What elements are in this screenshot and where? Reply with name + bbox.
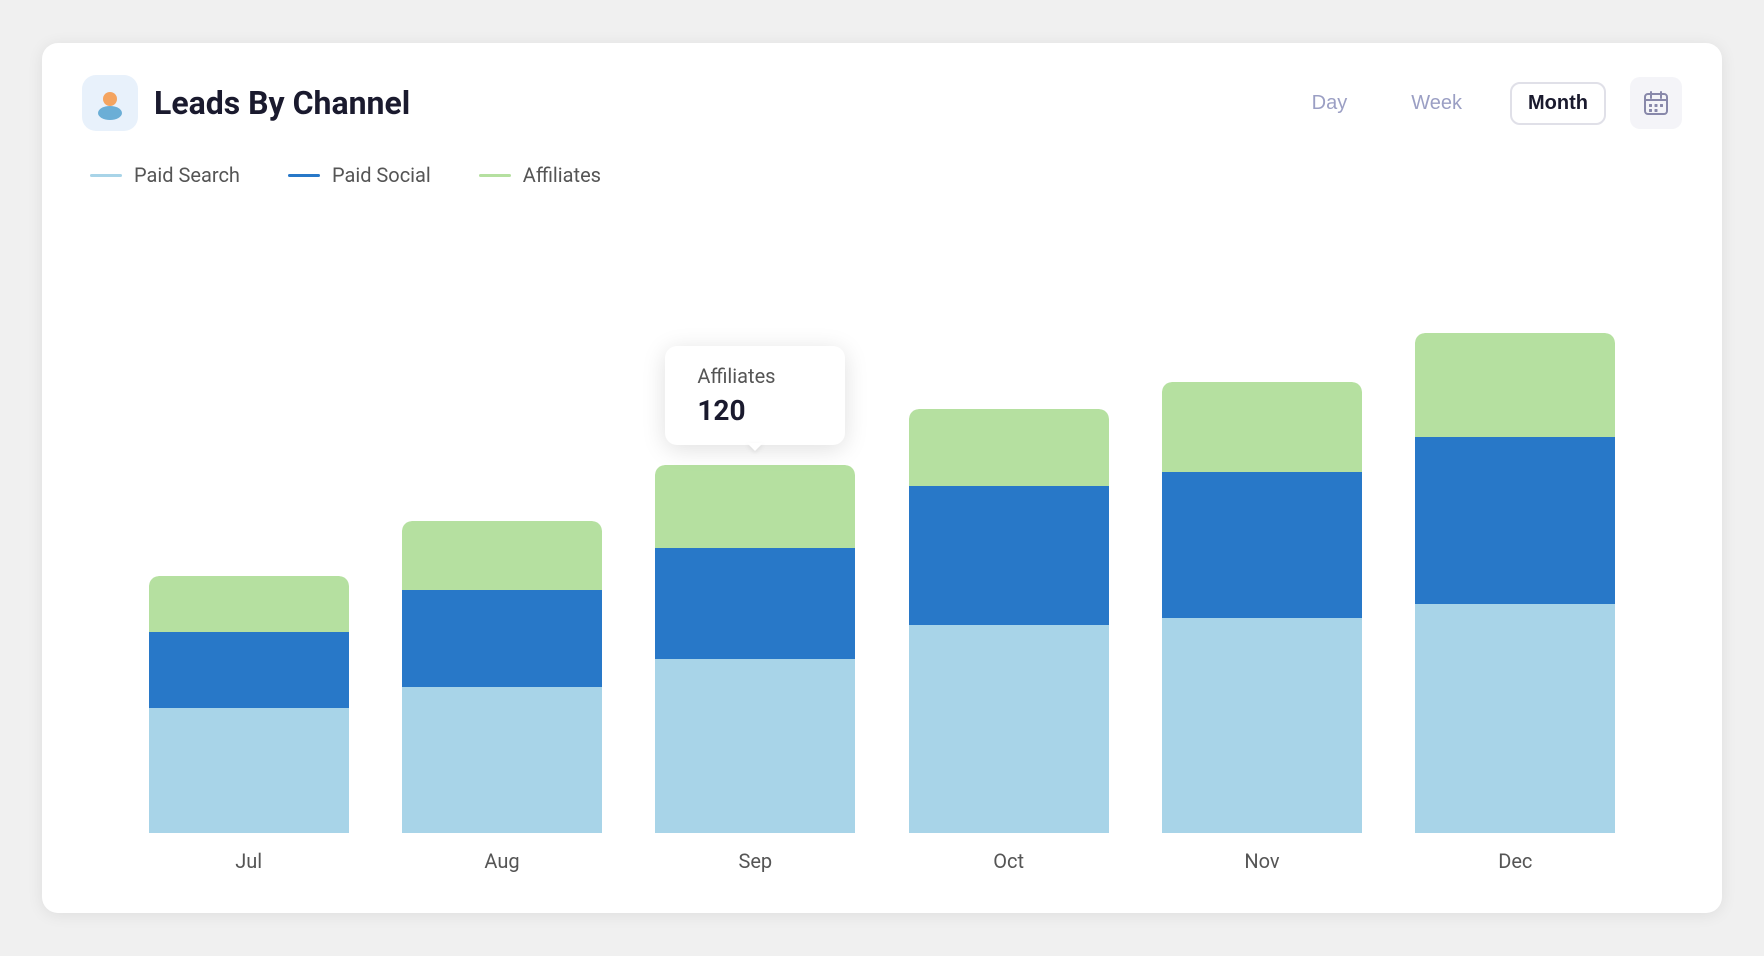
stacked-bar-dec[interactable] — [1415, 333, 1615, 833]
x-label-dec: Dec — [1389, 849, 1642, 873]
stacked-bar-jul[interactable] — [149, 576, 349, 833]
paid-search-segment — [1415, 604, 1615, 833]
bars-container: Affiliates 120 — [82, 227, 1682, 833]
stacked-bar-sep[interactable] — [655, 465, 855, 833]
affiliates-segment — [1162, 382, 1362, 472]
affiliates-segment — [655, 465, 855, 548]
card-header: Leads By Channel Day Week Month — [82, 75, 1682, 131]
paid-social-segment — [909, 486, 1109, 625]
bar-group-jul — [122, 576, 375, 833]
week-filter-button[interactable]: Week — [1395, 84, 1478, 123]
bar-group-aug — [375, 521, 628, 833]
x-label-jul: Jul — [122, 849, 375, 873]
legend-paid-social: Paid Social — [288, 163, 431, 187]
stacked-bar-aug[interactable] — [402, 521, 602, 833]
paid-social-segment — [1415, 437, 1615, 604]
affiliates-legend-label: Affiliates — [523, 163, 601, 187]
affiliates-tooltip: Affiliates 120 — [665, 346, 845, 445]
paid-search-segment — [149, 708, 349, 833]
day-filter-button[interactable]: Day — [1296, 84, 1364, 123]
bar-group-oct — [882, 409, 1135, 833]
legend-paid-search: Paid Search — [90, 163, 240, 187]
month-filter-button[interactable]: Month — [1510, 82, 1606, 125]
paid-search-segment — [909, 625, 1109, 833]
affiliates-legend-color — [479, 174, 511, 177]
x-label-sep: Sep — [629, 849, 882, 873]
tooltip-label: Affiliates — [697, 364, 813, 388]
leads-by-channel-card: Leads By Channel Day Week Month — [42, 43, 1722, 913]
affiliates-segment — [1415, 333, 1615, 437]
affiliates-segment — [909, 409, 1109, 485]
x-label-aug: Aug — [375, 849, 628, 873]
leads-icon — [82, 75, 138, 131]
paid-search-legend-color — [90, 174, 122, 177]
header-left: Leads By Channel — [82, 75, 410, 131]
paid-search-segment — [1162, 618, 1362, 833]
tooltip-value: 120 — [697, 394, 813, 427]
paid-social-segment — [1162, 472, 1362, 618]
paid-search-segment — [655, 659, 855, 833]
paid-social-segment — [655, 548, 855, 659]
time-filter-group: Day Week Month — [1296, 82, 1606, 125]
x-axis-labels: JulAugSepOctNovDec — [82, 833, 1682, 873]
paid-social-legend-color — [288, 174, 320, 177]
affiliates-segment — [402, 521, 602, 590]
paid-social-segment — [149, 632, 349, 708]
stacked-bar-oct[interactable] — [909, 409, 1109, 833]
bar-group-dec — [1389, 333, 1642, 833]
paid-search-legend-label: Paid Search — [134, 163, 240, 187]
paid-social-legend-label: Paid Social — [332, 163, 431, 187]
page-title: Leads By Channel — [154, 84, 410, 122]
bar-group-nov — [1135, 382, 1388, 833]
x-label-oct: Oct — [882, 849, 1135, 873]
legend-affiliates: Affiliates — [479, 163, 601, 187]
stacked-bar-nov[interactable] — [1162, 382, 1362, 833]
chart-area: Affiliates 120 JulAugSepOctNovDec — [82, 227, 1682, 873]
affiliates-segment — [149, 576, 349, 632]
header-right: Day Week Month — [1296, 77, 1682, 129]
chart-legend: Paid Search Paid Social Affiliates — [82, 163, 1682, 187]
bar-group-sep: Affiliates120 — [629, 465, 882, 833]
paid-social-segment — [402, 590, 602, 687]
calendar-button[interactable] — [1630, 77, 1682, 129]
x-label-nov: Nov — [1135, 849, 1388, 873]
paid-search-segment — [402, 687, 602, 833]
